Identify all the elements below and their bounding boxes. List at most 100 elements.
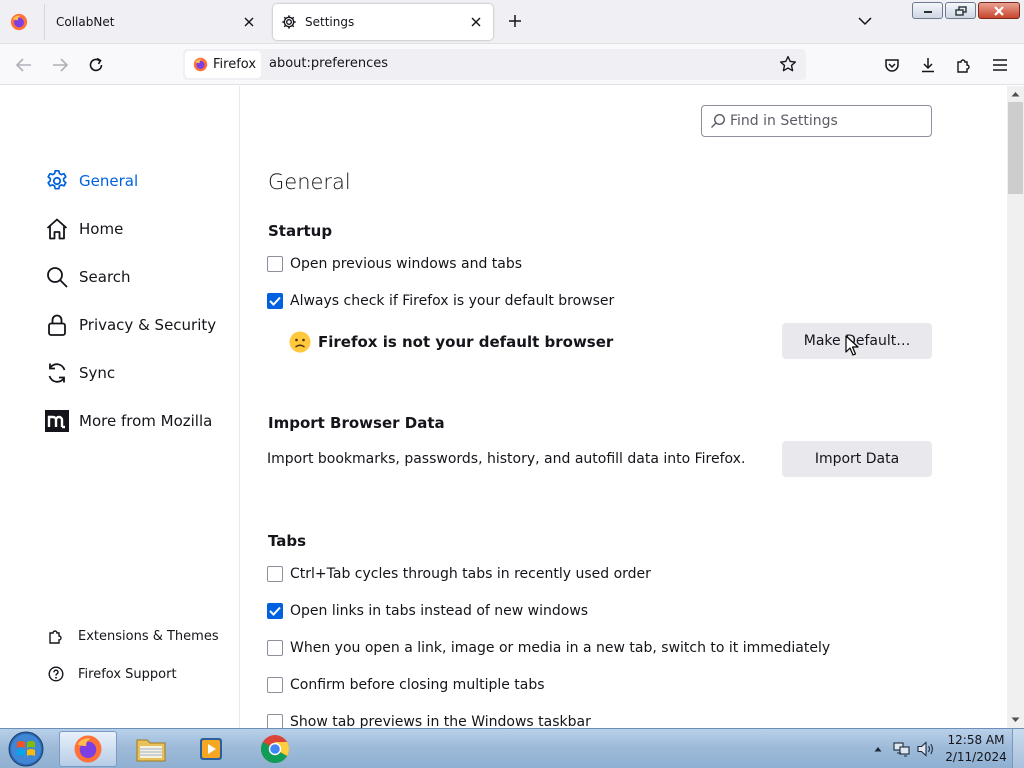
arrow-left-icon	[16, 58, 31, 72]
import-heading: Import Browser Data	[268, 414, 445, 432]
mozilla-icon	[45, 409, 69, 433]
show-hidden-icons-button[interactable]	[869, 740, 887, 758]
settings-content: General Startup Open previous windows an…	[241, 86, 1007, 728]
new-tab-button[interactable]	[504, 10, 526, 32]
settings-sidebar: General Home Search Privacy & Security S…	[0, 86, 240, 728]
url-text[interactable]: about:preferences	[269, 56, 388, 71]
open-previous-checkbox[interactable]	[267, 256, 283, 272]
back-button[interactable]	[12, 53, 36, 77]
tab-close-icon[interactable]	[238, 11, 260, 33]
tab-close-icon[interactable]	[465, 11, 487, 33]
identity-box[interactable]: Firefox	[185, 51, 261, 78]
option-label: Open links in tabs instead of new window…	[290, 603, 589, 619]
gear-icon	[282, 15, 296, 29]
sidebar-item-search[interactable]: Search	[45, 262, 131, 292]
close-window-button[interactable]	[978, 2, 1020, 19]
option-label: When you open a link, image or media in …	[290, 640, 831, 656]
page-title: General	[268, 170, 351, 194]
tab-collabnet[interactable]: CollabNet	[44, 4, 266, 40]
chevron-down-icon	[858, 17, 872, 26]
open-links-in-tabs-checkbox[interactable]	[267, 603, 283, 619]
sidebar-item-privacy-security[interactable]: Privacy & Security	[45, 310, 216, 340]
open-previous-windows-option[interactable]: Open previous windows and tabs	[267, 253, 522, 275]
sidebar-item-label: Search	[79, 268, 131, 286]
sidebar-item-extensions-themes[interactable]: Extensions & Themes	[47, 625, 219, 647]
sync-icon	[45, 361, 69, 385]
pocket-button[interactable]	[880, 53, 904, 77]
reload-icon	[89, 57, 103, 72]
extensions-button[interactable]	[952, 53, 976, 77]
always-check-default-checkbox[interactable]	[267, 293, 283, 309]
navigation-toolbar: Firefox about:preferences	[0, 44, 1024, 85]
app-menu-button[interactable]	[988, 53, 1012, 77]
pocket-icon	[885, 59, 899, 72]
sidebar-item-home[interactable]: Home	[45, 214, 123, 244]
list-all-tabs-button[interactable]	[854, 10, 876, 32]
confirm-close-tabs-option[interactable]: Confirm before closing multiple tabs	[267, 674, 545, 696]
show-desktop-button[interactable]	[1012, 729, 1024, 768]
minimize-button[interactable]	[912, 2, 943, 19]
sidebar-item-label: Firefox Support	[78, 666, 177, 682]
switch-to-new-tab-checkbox[interactable]	[267, 640, 283, 656]
gear-icon	[45, 169, 69, 193]
bookmark-star-button[interactable]	[778, 54, 798, 74]
system-tray: 12:58 AM 2/11/2024	[866, 729, 1024, 768]
ctrl-tab-option[interactable]: Ctrl+Tab cycles through tabs in recently…	[267, 563, 651, 585]
tabs-heading: Tabs	[268, 532, 307, 550]
restore-button[interactable]	[945, 2, 976, 19]
network-icon	[893, 742, 910, 757]
url-bar[interactable]: Firefox about:preferences	[183, 49, 806, 80]
option-label: Ctrl+Tab cycles through tabs in recently…	[290, 566, 651, 582]
sidebar-item-general[interactable]: General	[45, 166, 138, 196]
sidebar-item-label: Extensions & Themes	[78, 628, 219, 644]
network-tray-icon[interactable]	[893, 740, 911, 758]
taskbar-file-explorer[interactable]	[122, 731, 180, 767]
tab-title: Settings	[305, 15, 355, 29]
confirm-close-tabs-checkbox[interactable]	[267, 677, 283, 693]
downloads-button[interactable]	[916, 53, 940, 77]
startup-heading: Startup	[268, 222, 333, 240]
vertical-scrollbar[interactable]	[1007, 86, 1024, 728]
firefox-icon[interactable]	[10, 13, 28, 31]
import-data-button[interactable]: Import Data	[782, 441, 932, 477]
open-links-in-tabs-option[interactable]: Open links in tabs instead of new window…	[267, 600, 588, 622]
taskbar-media-player[interactable]	[182, 731, 240, 767]
media-player-icon	[200, 738, 222, 760]
forward-button[interactable]	[48, 53, 72, 77]
sidebar-item-label: Privacy & Security	[79, 316, 217, 334]
volume-icon	[917, 741, 933, 757]
sidebar-item-sync[interactable]: Sync	[45, 358, 115, 388]
ctrl-tab-checkbox[interactable]	[267, 566, 283, 582]
lock-icon	[45, 313, 69, 337]
switch-to-new-tab-option[interactable]: When you open a link, image or media in …	[267, 637, 830, 659]
mouse-cursor-icon	[845, 335, 859, 356]
reload-button[interactable]	[84, 53, 108, 77]
search-icon	[45, 265, 69, 289]
volume-tray-icon[interactable]	[917, 740, 935, 758]
taskbar-firefox[interactable]	[59, 731, 117, 767]
option-label: Always check if Firefox is your default …	[290, 293, 615, 309]
default-status-text: Firefox is not your default browser	[318, 333, 614, 351]
tab-strip: CollabNet Settings	[0, 0, 1024, 44]
folder-icon	[136, 739, 166, 762]
sidebar-item-firefox-support[interactable]: Firefox Support	[47, 663, 177, 685]
tab-previews-checkbox[interactable]	[267, 714, 283, 728]
scroll-down-button[interactable]	[1007, 712, 1024, 728]
taskbar-clock[interactable]: 12:58 AM 2/11/2024	[944, 732, 1008, 766]
sidebar-item-more-from-mozilla[interactable]: More from Mozilla	[45, 406, 212, 436]
chevron-down-icon	[1011, 717, 1020, 722]
scroll-up-button[interactable]	[1007, 86, 1024, 102]
search-icon	[711, 113, 726, 128]
always-check-default-option[interactable]: Always check if Firefox is your default …	[267, 290, 614, 312]
star-icon	[779, 55, 797, 72]
start-button[interactable]	[5, 730, 47, 768]
plus-icon	[509, 15, 521, 27]
find-in-settings-input[interactable]	[730, 113, 920, 129]
restore-icon	[954, 5, 967, 16]
tab-settings[interactable]: Settings	[273, 4, 493, 40]
scrollbar-thumb[interactable]	[1008, 102, 1023, 194]
find-in-settings-field[interactable]	[701, 105, 932, 137]
tab-previews-option[interactable]: Show tab previews in the Windows taskbar	[267, 711, 591, 728]
help-icon	[47, 665, 65, 683]
taskbar-chrome[interactable]	[246, 731, 304, 767]
